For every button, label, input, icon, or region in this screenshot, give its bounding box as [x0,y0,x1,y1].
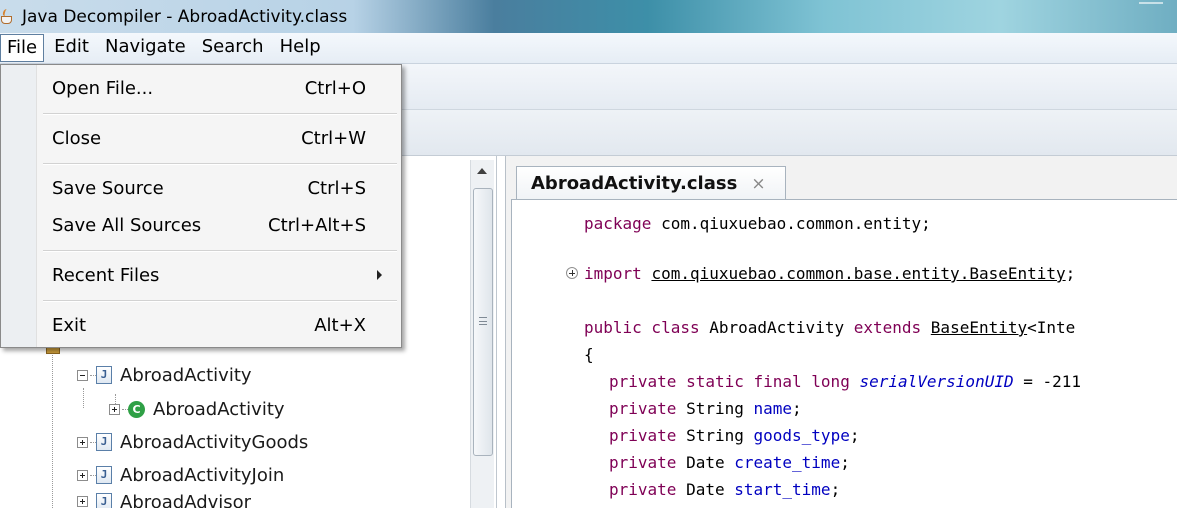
java-file-icon: J [96,366,112,384]
code-line: private String goods_type; [609,426,860,445]
code-line: private Date create_time; [609,453,850,472]
menu-separator [43,163,397,165]
title-bar: Java Decompiler - AbroadActivity.class [0,0,1177,33]
menu-item-recent-files[interactable]: Recent Files [38,256,400,294]
tree-item-abroadactivitygoods[interactable]: J AbroadActivityGoods [77,427,308,457]
menu-item-close[interactable]: Close Ctrl+W [38,119,400,157]
tree-item-label: AbroadActivity [153,398,285,420]
menu-separator [43,300,397,302]
scroll-up-icon[interactable] [477,168,487,174]
java-file-icon: J [96,433,112,451]
menu-edit[interactable]: Edit [48,34,95,62]
close-icon[interactable]: × [751,174,765,194]
menu-item-label: Close [52,127,102,149]
submenu-arrow-icon [377,270,382,280]
tree-item-label: AbroadActivityGoods [120,431,309,453]
menu-separator [43,250,397,252]
menu-item-shortcut: Alt+X [314,314,366,336]
code-line: { [584,345,594,364]
code-line: private Date start_time; [609,480,841,499]
type-link[interactable]: BaseEntity [931,318,1027,337]
code-line: private String name; [609,399,802,418]
window-control[interactable] [1139,2,1163,12]
menu-gutter [1,65,37,347]
menu-help[interactable]: Help [274,34,327,62]
menu-item-shortcut: Ctrl+S [307,177,366,199]
tree-scrollbar[interactable] [470,160,494,508]
tree-item-label: AbroadActivityJoin [120,464,285,486]
menu-item-label: Recent Files [52,264,160,286]
menu-item-shortcut: Ctrl+W [301,127,366,149]
menu-navigate[interactable]: Navigate [99,34,192,62]
expand-icon[interactable] [77,496,88,507]
menu-search[interactable]: Search [196,34,270,62]
code-line: package com.qiuxuebao.common.entity; [584,214,931,233]
tree-item-abroadactivityjoin[interactable]: J AbroadActivityJoin [77,460,284,490]
expand-icon[interactable] [109,403,120,415]
tree-item-label: AbroadAdvisor [120,492,252,508]
menu-item-shortcut: Ctrl+O [304,77,366,99]
tree-guide-line [83,388,84,408]
expand-import-icon[interactable] [566,267,578,279]
collapse-icon[interactable] [77,369,88,381]
menu-item-shortcut: Ctrl+Alt+S [268,214,366,236]
menu-item-open-file[interactable]: Open File... Ctrl+O [38,69,400,107]
menu-item-save-all-sources[interactable]: Save All Sources Ctrl+Alt+S [38,206,400,244]
menu-separator [43,113,397,115]
tree-item-abroadactivity[interactable]: J AbroadActivity [77,360,252,390]
tree-item-abroadadvisor[interactable]: J AbroadAdvisor [77,492,251,508]
expand-icon[interactable] [77,436,88,448]
code-line: import com.qiuxuebao.common.base.entity.… [584,264,1076,283]
tree-item-abroadactivity-class[interactable]: C AbroadActivity [109,394,285,424]
menu-item-label: Open File... [52,77,154,99]
menu-item-label: Save All Sources [52,214,202,236]
tree-item-label: AbroadActivity [120,364,252,386]
menu-file[interactable]: File [0,34,45,62]
scroll-thumb[interactable] [473,188,493,456]
menu-bar: File Edit Navigate Search Help [0,33,1177,64]
file-menu-dropdown: Open File... Ctrl+O Close Ctrl+W Save So… [0,64,402,348]
java-file-icon: J [96,493,112,508]
java-file-icon: J [96,466,112,484]
menu-item-exit[interactable]: Exit Alt+X [38,306,400,344]
menu-item-label: Exit [52,314,87,336]
type-link[interactable]: com.qiuxuebao.common.base.entity.BaseEnt… [651,264,1065,283]
tab-label: AbroadActivity.class [531,173,738,194]
expand-icon[interactable] [77,469,88,481]
code-line: public class AbroadActivity extends Base… [584,318,1076,337]
menu-item-save-source[interactable]: Save Source Ctrl+S [38,169,400,207]
code-line: private static final long serialVersionU… [609,372,1082,391]
window-title: Java Decompiler - AbroadActivity.class [22,6,348,27]
code-view[interactable]: package com.qiuxuebao.common.entity; imp… [511,199,1177,508]
menu-item-label: Save Source [52,177,164,199]
java-cup-icon [0,8,16,25]
class-icon: C [128,400,145,418]
tab-abroadactivity-class[interactable]: AbroadActivity.class × [516,166,786,200]
grip-icon [479,317,487,325]
